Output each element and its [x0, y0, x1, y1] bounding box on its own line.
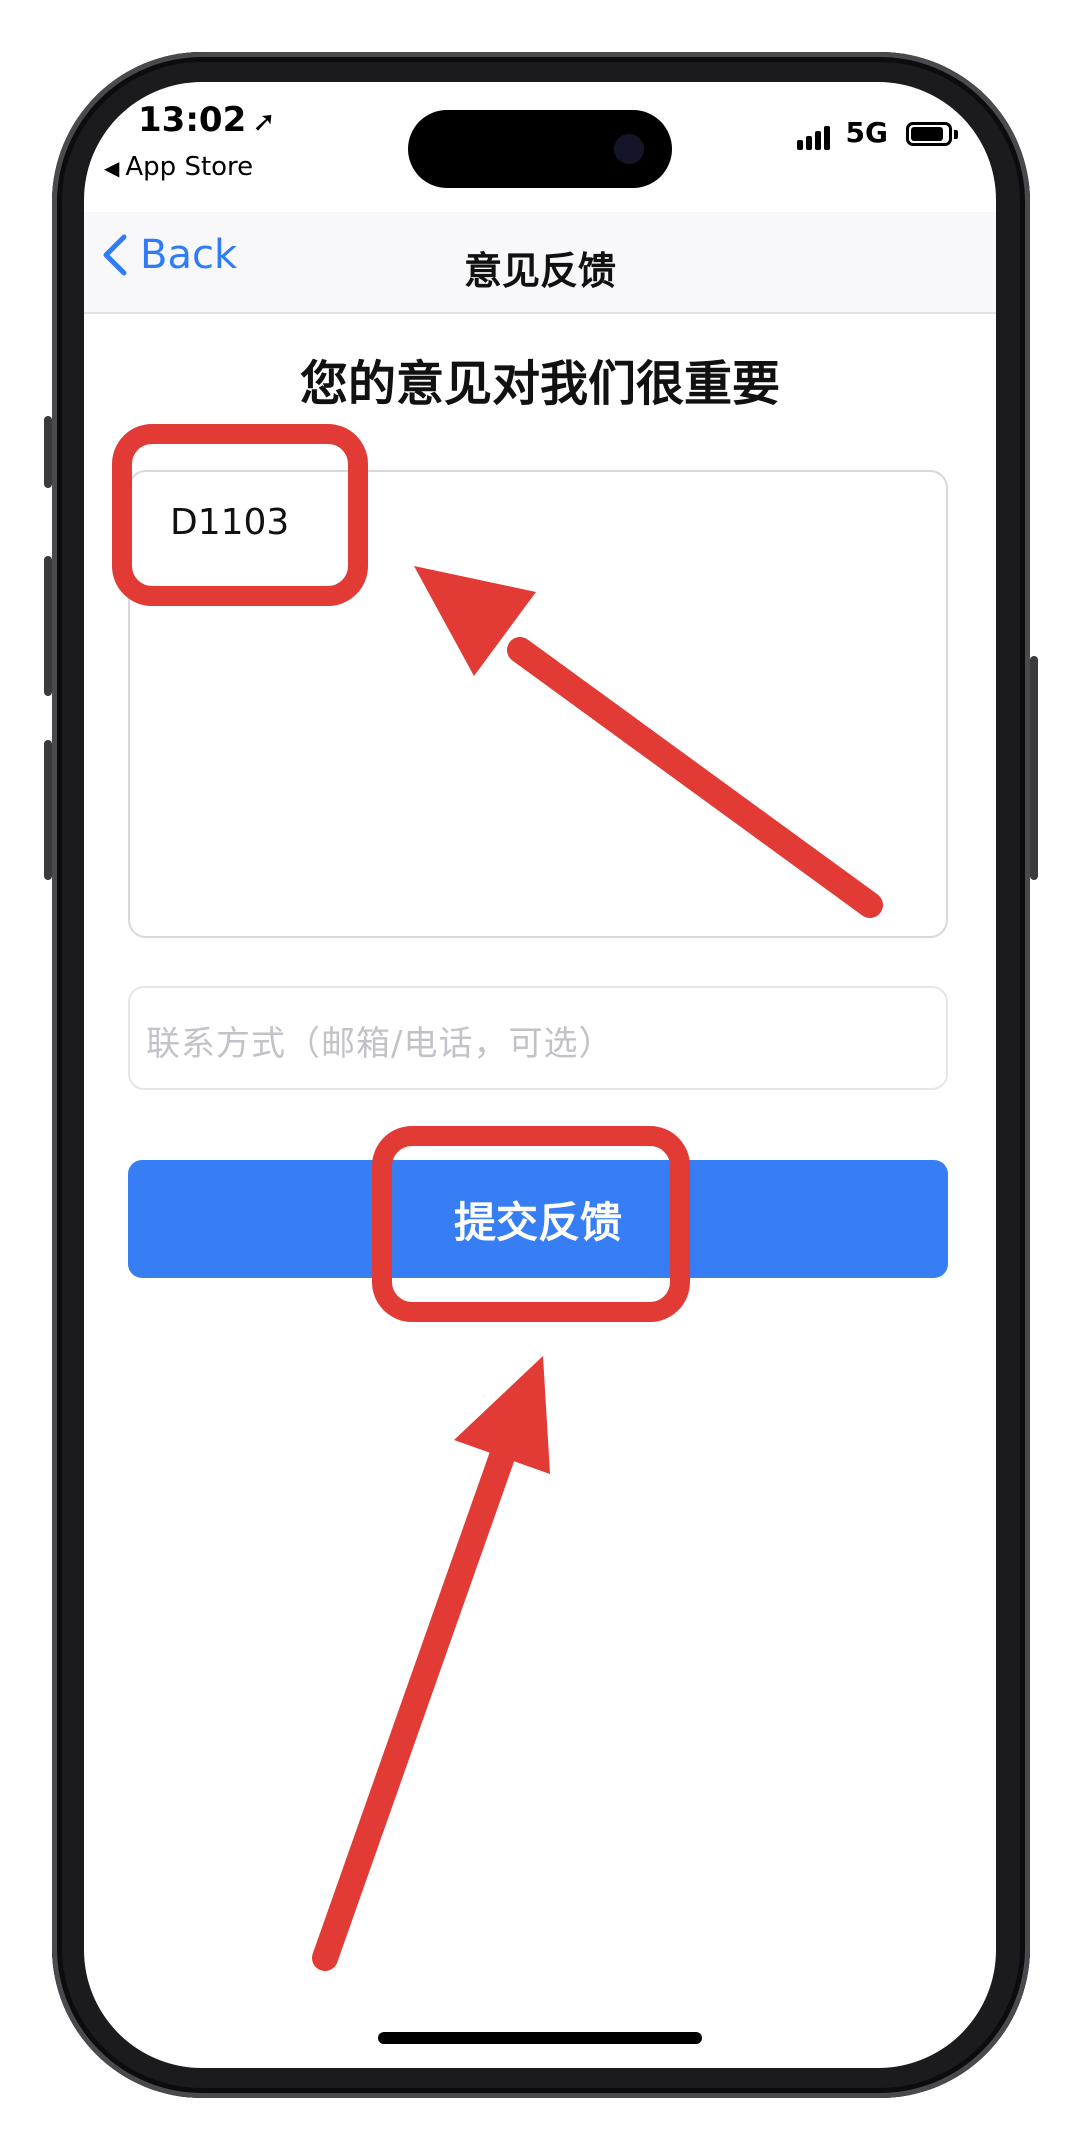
navigation-bar: Back 意见反馈: [84, 212, 996, 314]
back-app-label: App Store: [125, 152, 254, 182]
network-type: 5G: [845, 116, 888, 149]
page-heading: 您的意见对我们很重要: [299, 356, 780, 412]
back-to-app-link[interactable]: ◀ App Store: [104, 152, 253, 182]
feedback-textarea[interactable]: D1103: [128, 470, 948, 938]
action-button: [44, 416, 52, 488]
status-bar: 13:02 ➚ ◀ App Store 5G: [84, 82, 996, 212]
time-label: 13:02: [138, 100, 247, 140]
submit-label: 提交反馈: [453, 1197, 622, 1247]
home-indicator: [378, 2032, 702, 2044]
page-title: 意见反馈: [463, 249, 616, 293]
battery-icon: [906, 122, 958, 146]
location-arrow-icon: ➚: [252, 105, 276, 138]
feedback-text-value: D1103: [170, 502, 290, 543]
submit-feedback-button[interactable]: 提交反馈: [128, 1160, 948, 1278]
phone-screen: 13:02 ➚ ◀ App Store 5G Back 意见反馈 您的意见对我们很重…: [84, 82, 996, 2068]
power-button: [1030, 656, 1038, 880]
volume-up-button: [44, 556, 52, 696]
status-time: 13:02 ➚: [138, 100, 276, 140]
signal-bars-icon: [797, 126, 830, 150]
contact-input[interactable]: 联系方式（邮箱/电话，可选）: [128, 986, 948, 1090]
back-triangle-icon: ◀: [104, 156, 120, 180]
volume-down-button: [44, 740, 52, 880]
contact-placeholder: 联系方式（邮箱/电话，可选）: [146, 1024, 614, 1064]
